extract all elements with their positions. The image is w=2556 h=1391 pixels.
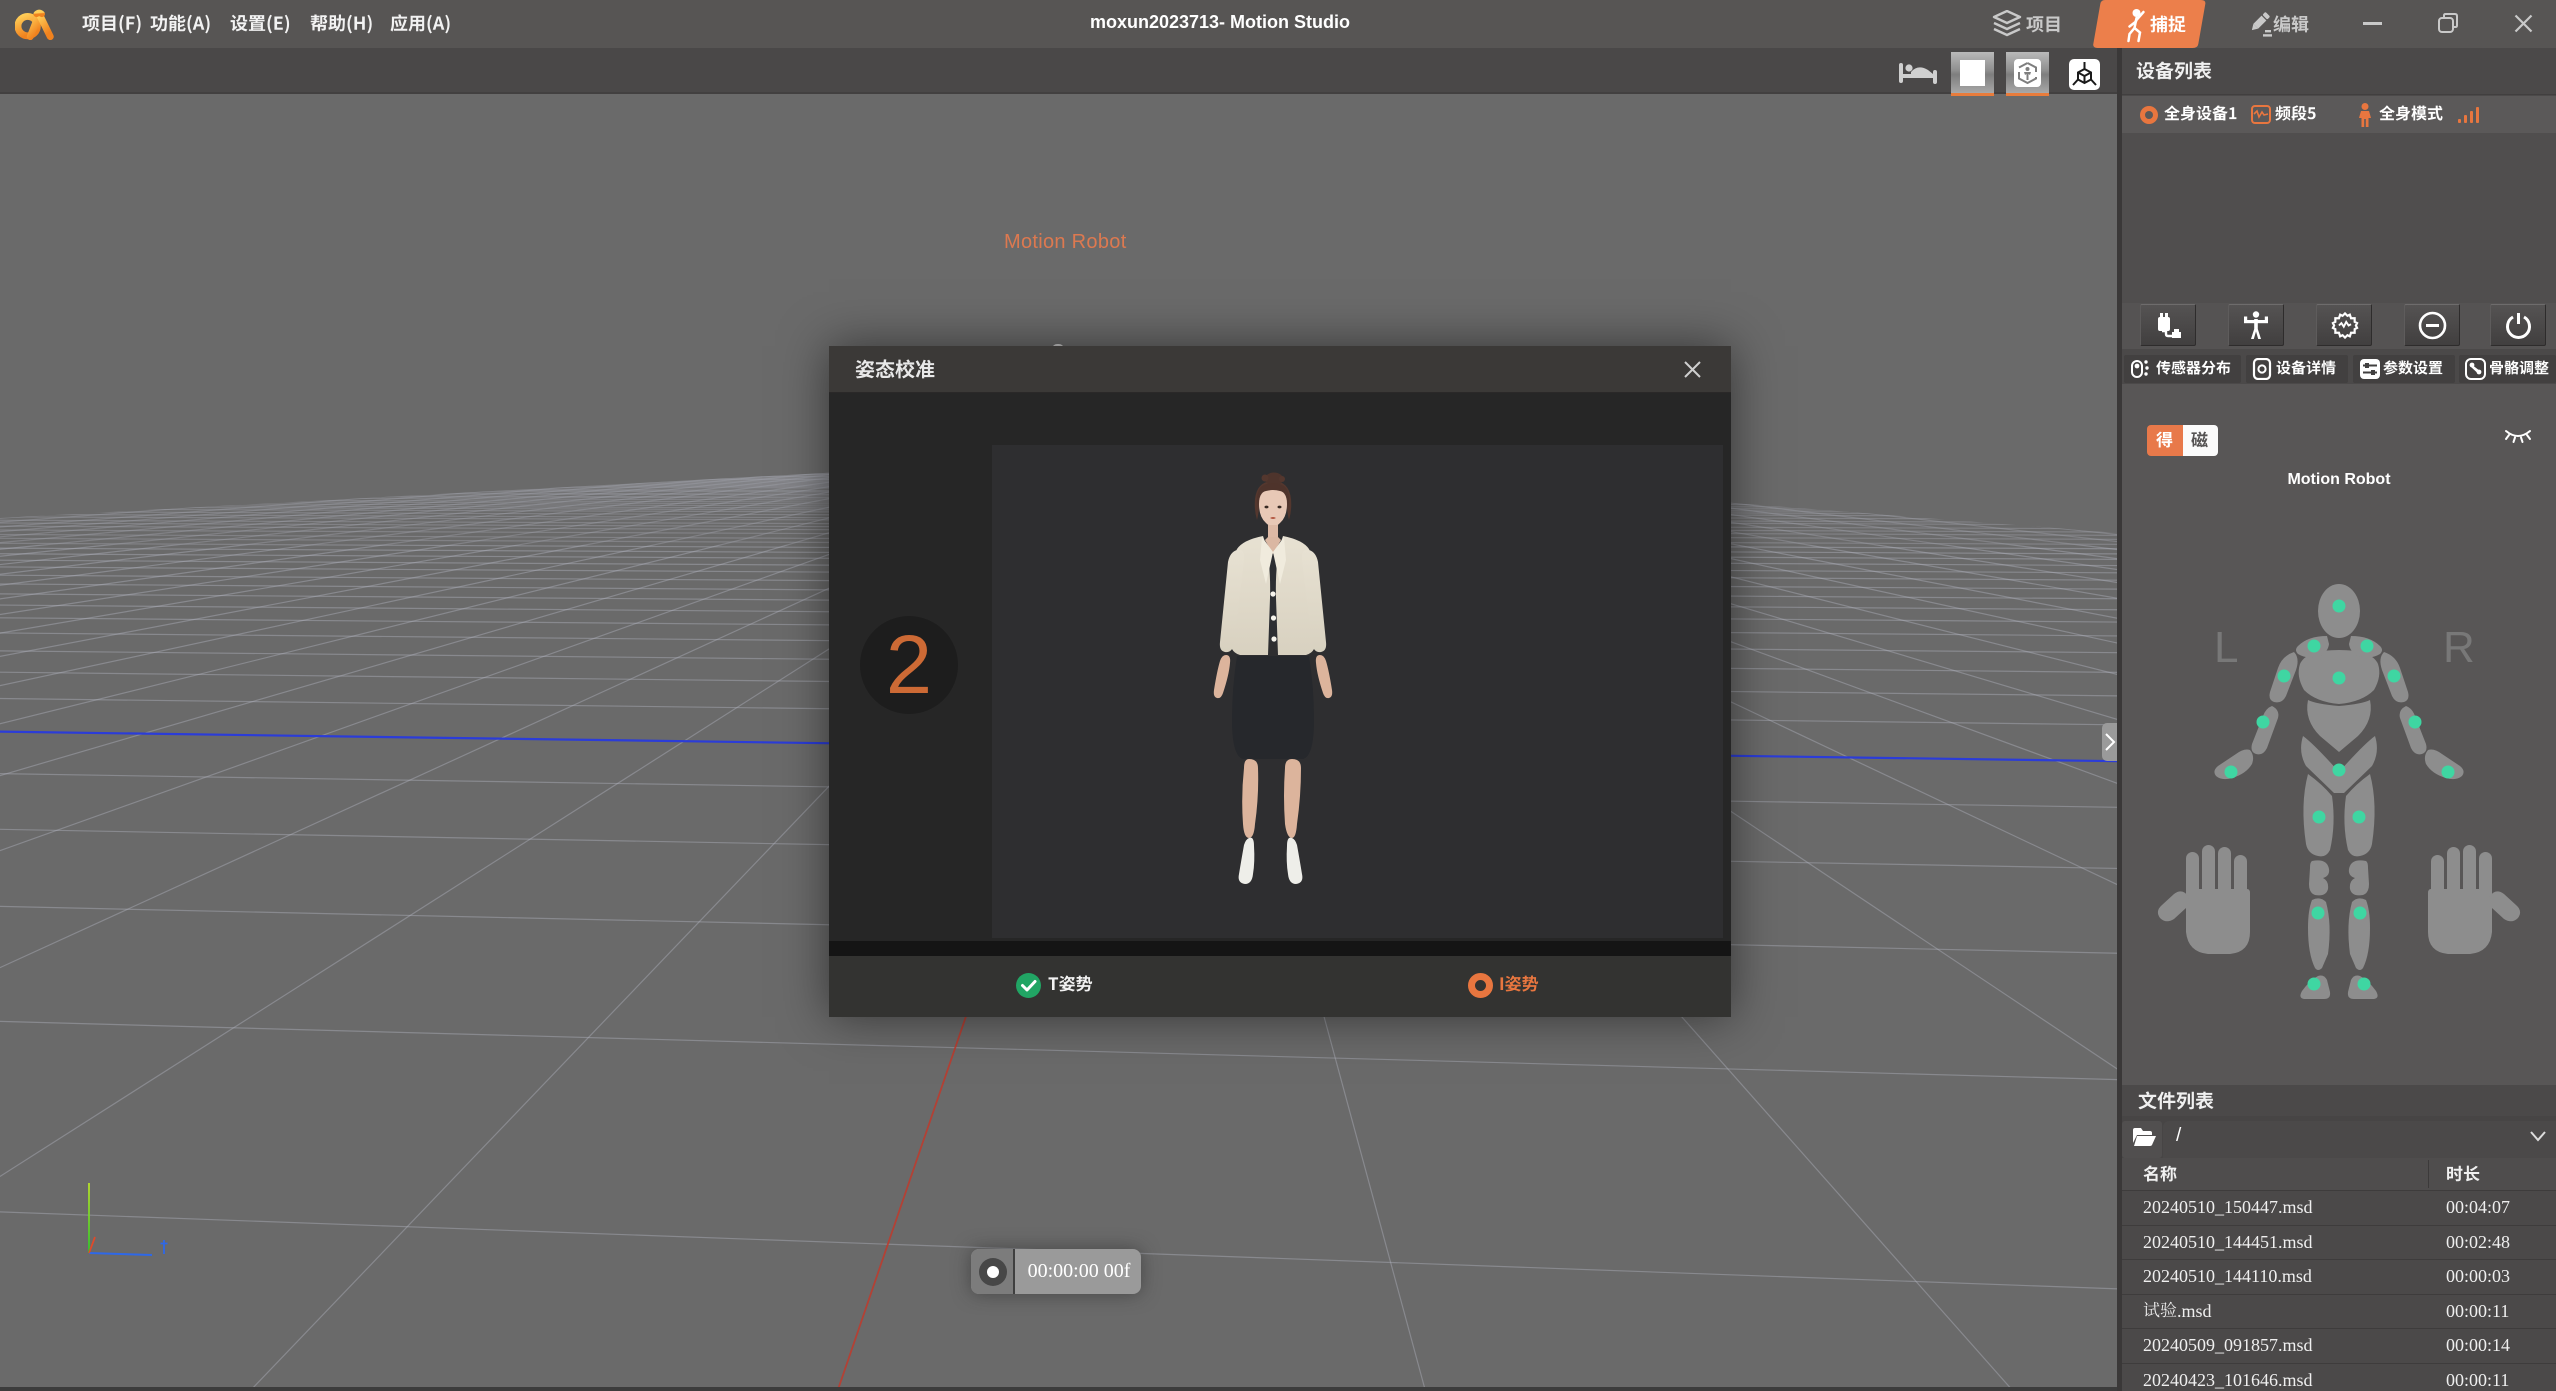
svg-text:R: R: [2443, 623, 2475, 672]
svg-text:L: L: [2214, 623, 2238, 672]
